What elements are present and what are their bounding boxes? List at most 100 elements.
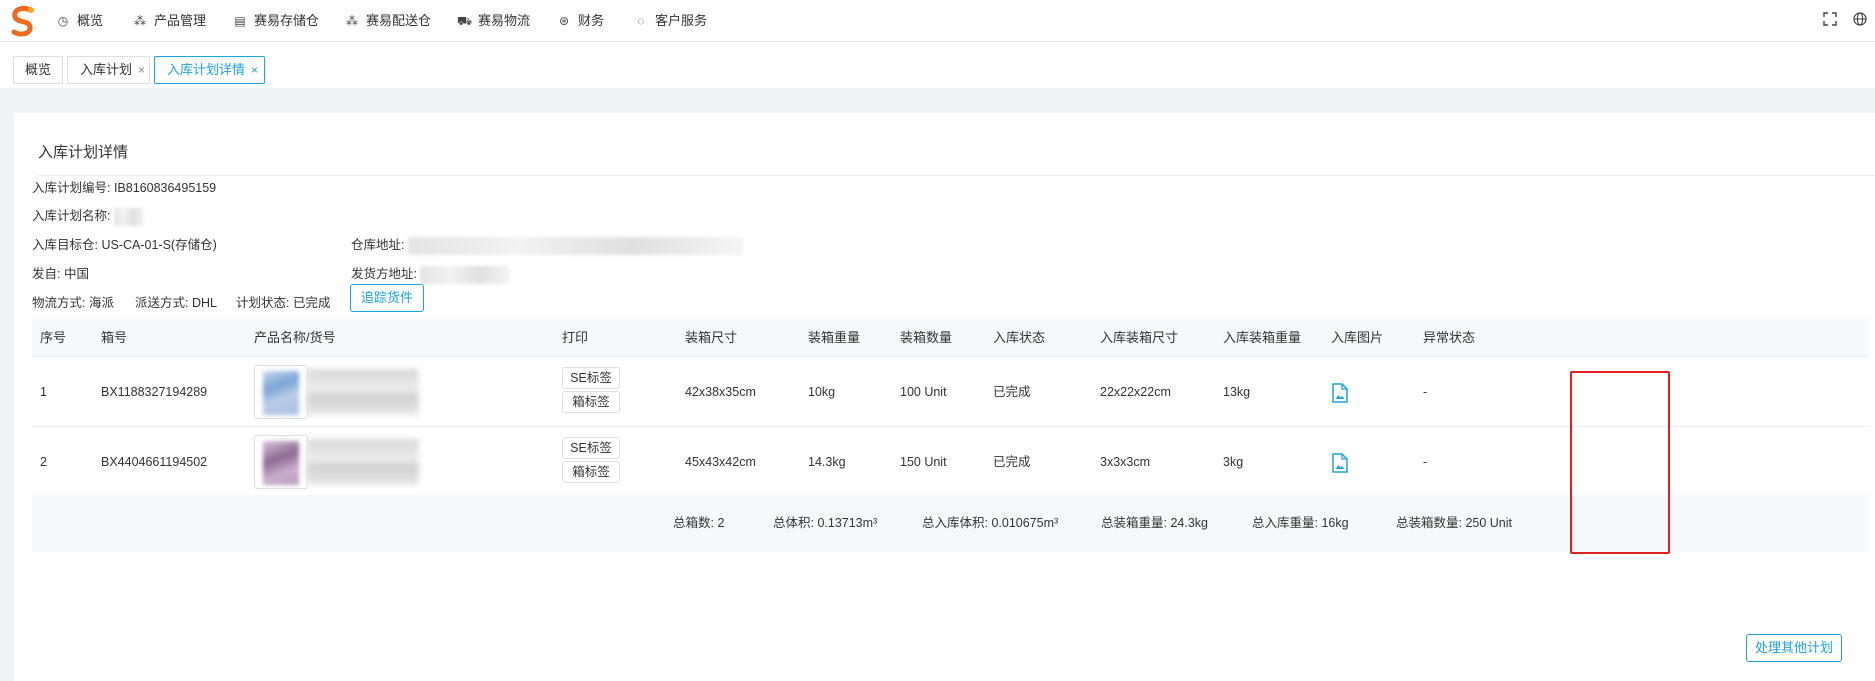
warehouse-address-label: 仓库地址: xyxy=(351,238,405,252)
row-box-qty: 100 Unit xyxy=(900,385,947,399)
col-inbound-status: 入库状态 xyxy=(993,330,1046,345)
summary-pack-weight: 总装箱重量: 24.3kg xyxy=(1101,516,1208,530)
nav-product-management[interactable]: ⁂ 产品管理 xyxy=(133,0,206,42)
col-print: 打印 xyxy=(562,330,589,345)
nav-distribution-warehouse[interactable]: ⁂ 赛易配送仓 xyxy=(345,0,431,42)
warehouse-address-redacted xyxy=(407,236,743,255)
sender-address-label: 发货方地址: xyxy=(351,267,417,281)
plan-name: 入库计划名称: xyxy=(32,205,144,226)
delivery-method: 派送方式: DHL xyxy=(135,296,217,310)
distribution-icon: ⁂ xyxy=(346,14,358,28)
table-summary: 总箱数: 2 总体积: 0.13713m³ 总入库体积: 0.010675m³ … xyxy=(32,495,1869,552)
col-inbound-image: 入库图片 xyxy=(1331,330,1384,345)
page-title: 入库计划详情 xyxy=(38,144,129,161)
summary-inbound-weight: 总入库重量: 16kg xyxy=(1252,516,1349,530)
table-row: 2 BX4404661194502 SE标签 箱标签 45x43x42cm 14… xyxy=(32,427,1869,497)
nav-logistics-label: 赛易物流 xyxy=(478,13,531,28)
tab-bar: 概览 入库计划 × 入库计划详情 × xyxy=(0,42,1875,88)
se-label-print-button[interactable]: SE标签 xyxy=(562,437,620,459)
logo-icon[interactable] xyxy=(8,4,38,38)
row-box-weight: 10kg xyxy=(808,385,836,399)
col-product: 产品名称/货号 xyxy=(254,330,336,345)
nav-finance-label: 财务 xyxy=(578,13,605,28)
col-box-no: 箱号 xyxy=(101,330,128,345)
top-navbar: ◷ 概览 ⁂ 产品管理 ▤ 赛易存储仓 ⁂ 赛易配送仓 ⛟ 赛易物流 ⊛ 财务 ◌ 客户服务 xyxy=(0,0,1875,42)
summary-inbound-volume: 总入库体积: 0.010675m³ xyxy=(922,516,1059,530)
product-thumbnail[interactable] xyxy=(254,365,308,419)
summary-total-boxes: 总箱数: 2 xyxy=(673,516,725,530)
chat-icon: ◌ xyxy=(637,14,645,28)
product-thumbnail[interactable] xyxy=(254,435,308,489)
row-index: 1 xyxy=(40,385,47,399)
nav-logistics[interactable]: ⛟ 赛易物流 xyxy=(457,0,530,42)
row-box-qty: 150 Unit xyxy=(900,455,947,469)
process-other-plans-button[interactable]: 处理其他计划 xyxy=(1746,634,1842,662)
language-globe-icon[interactable] xyxy=(1852,12,1868,28)
tab-inbound-plan-detail[interactable]: 入库计划详情 × xyxy=(154,56,265,84)
plan-status: 计划状态: 已完成 xyxy=(236,296,331,310)
summary-pack-qty: 总装箱数量: 250 Unit xyxy=(1396,516,1513,530)
plan-name-label: 入库计划名称: xyxy=(32,209,111,223)
row-box-weight: 14.3kg xyxy=(808,455,846,469)
close-icon[interactable]: × xyxy=(251,63,258,77)
se-label-print-button[interactable]: SE标签 xyxy=(562,367,620,389)
nav-customer-service[interactable]: ◌ 客户服务 xyxy=(634,0,707,42)
row-inbound-size: 3x3x3cm xyxy=(1100,455,1151,469)
col-box-size: 装箱尺寸 xyxy=(685,330,738,345)
logistics-method: 物流方式: 海派 xyxy=(32,296,114,310)
sender-address-redacted xyxy=(420,265,511,284)
product-name-redacted xyxy=(307,439,419,485)
truck-icon: ⛟ xyxy=(457,14,473,28)
ship-from: 发自: 中国 xyxy=(32,267,89,281)
product-name-redacted xyxy=(307,369,419,415)
product-image xyxy=(263,371,299,415)
row-box-no: BX1188327194289 xyxy=(101,385,208,399)
row-inbound-status: 已完成 xyxy=(993,455,1031,469)
row-inbound-weight: 13kg xyxy=(1223,385,1251,399)
sender-address: 发货方地址: xyxy=(351,263,511,284)
row-inbound-status: 已完成 xyxy=(993,385,1031,399)
col-box-qty: 装箱数量 xyxy=(900,330,953,345)
product-icon: ⁂ xyxy=(134,14,146,28)
image-file-icon[interactable] xyxy=(1332,453,1348,473)
plan-number: 入库计划编号: IB8160836495159 xyxy=(32,181,217,195)
row-box-no: BX4404661194502 xyxy=(101,455,208,469)
nav-product-label: 产品管理 xyxy=(154,13,207,28)
track-shipment-button[interactable]: 追踪货件 xyxy=(350,284,424,312)
col-box-weight: 装箱重量 xyxy=(808,330,861,345)
target-warehouse: 入库目标仓: US-CA-01-S(存储仓) xyxy=(32,238,217,252)
close-icon[interactable]: × xyxy=(138,63,145,77)
tab-inbound-plan-label: 入库计划 xyxy=(80,62,133,77)
nav-distribution-label: 赛易配送仓 xyxy=(366,13,432,28)
summary-total-volume: 总体积: 0.13713m³ xyxy=(773,516,878,530)
nav-service-label: 客户服务 xyxy=(655,13,708,28)
nav-dashboard[interactable]: ◷ 概览 xyxy=(56,0,103,42)
col-index: 序号 xyxy=(40,330,67,345)
nav-dashboard-label: 概览 xyxy=(77,13,104,28)
storage-icon: ▤ xyxy=(234,14,246,28)
col-exception: 异常状态 xyxy=(1423,330,1476,345)
row-index: 2 xyxy=(40,455,47,469)
col-inbound-weight: 入库装箱重量 xyxy=(1223,330,1302,345)
row-exception: - xyxy=(1423,455,1428,469)
box-label-print-button[interactable]: 箱标签 xyxy=(562,391,620,413)
product-image xyxy=(263,441,299,485)
nav-storage-warehouse[interactable]: ▤ 赛易存储仓 xyxy=(233,0,319,42)
title-divider xyxy=(38,175,1875,176)
tab-inbound-plan[interactable]: 入库计划 × xyxy=(67,56,150,84)
row-box-size: 45x43x42cm xyxy=(685,455,756,469)
plan-name-redacted xyxy=(113,207,144,226)
warehouse-address: 仓库地址: xyxy=(351,234,743,255)
row-box-size: 42x38x35cm xyxy=(685,385,756,399)
row-inbound-weight: 3kg xyxy=(1223,455,1244,469)
image-file-icon[interactable] xyxy=(1332,383,1348,403)
box-label-print-button[interactable]: 箱标签 xyxy=(562,461,620,483)
tab-overview[interactable]: 概览 xyxy=(13,56,63,84)
fullscreen-icon[interactable] xyxy=(1822,12,1838,28)
nav-finance[interactable]: ⊛ 财务 xyxy=(557,0,604,42)
tab-overview-label: 概览 xyxy=(24,62,51,77)
table-header: 序号 箱号 产品名称/货号 打印 装箱尺寸 装箱重量 装箱数量 入库状态 入库装… xyxy=(32,319,1869,357)
tab-inbound-plan-detail-label: 入库计划详情 xyxy=(167,62,246,77)
detail-panel: 入库计划详情 入库计划编号: IB8160836495159 入库计划名称: 入… xyxy=(14,113,1875,681)
finance-icon: ⊛ xyxy=(558,14,570,28)
